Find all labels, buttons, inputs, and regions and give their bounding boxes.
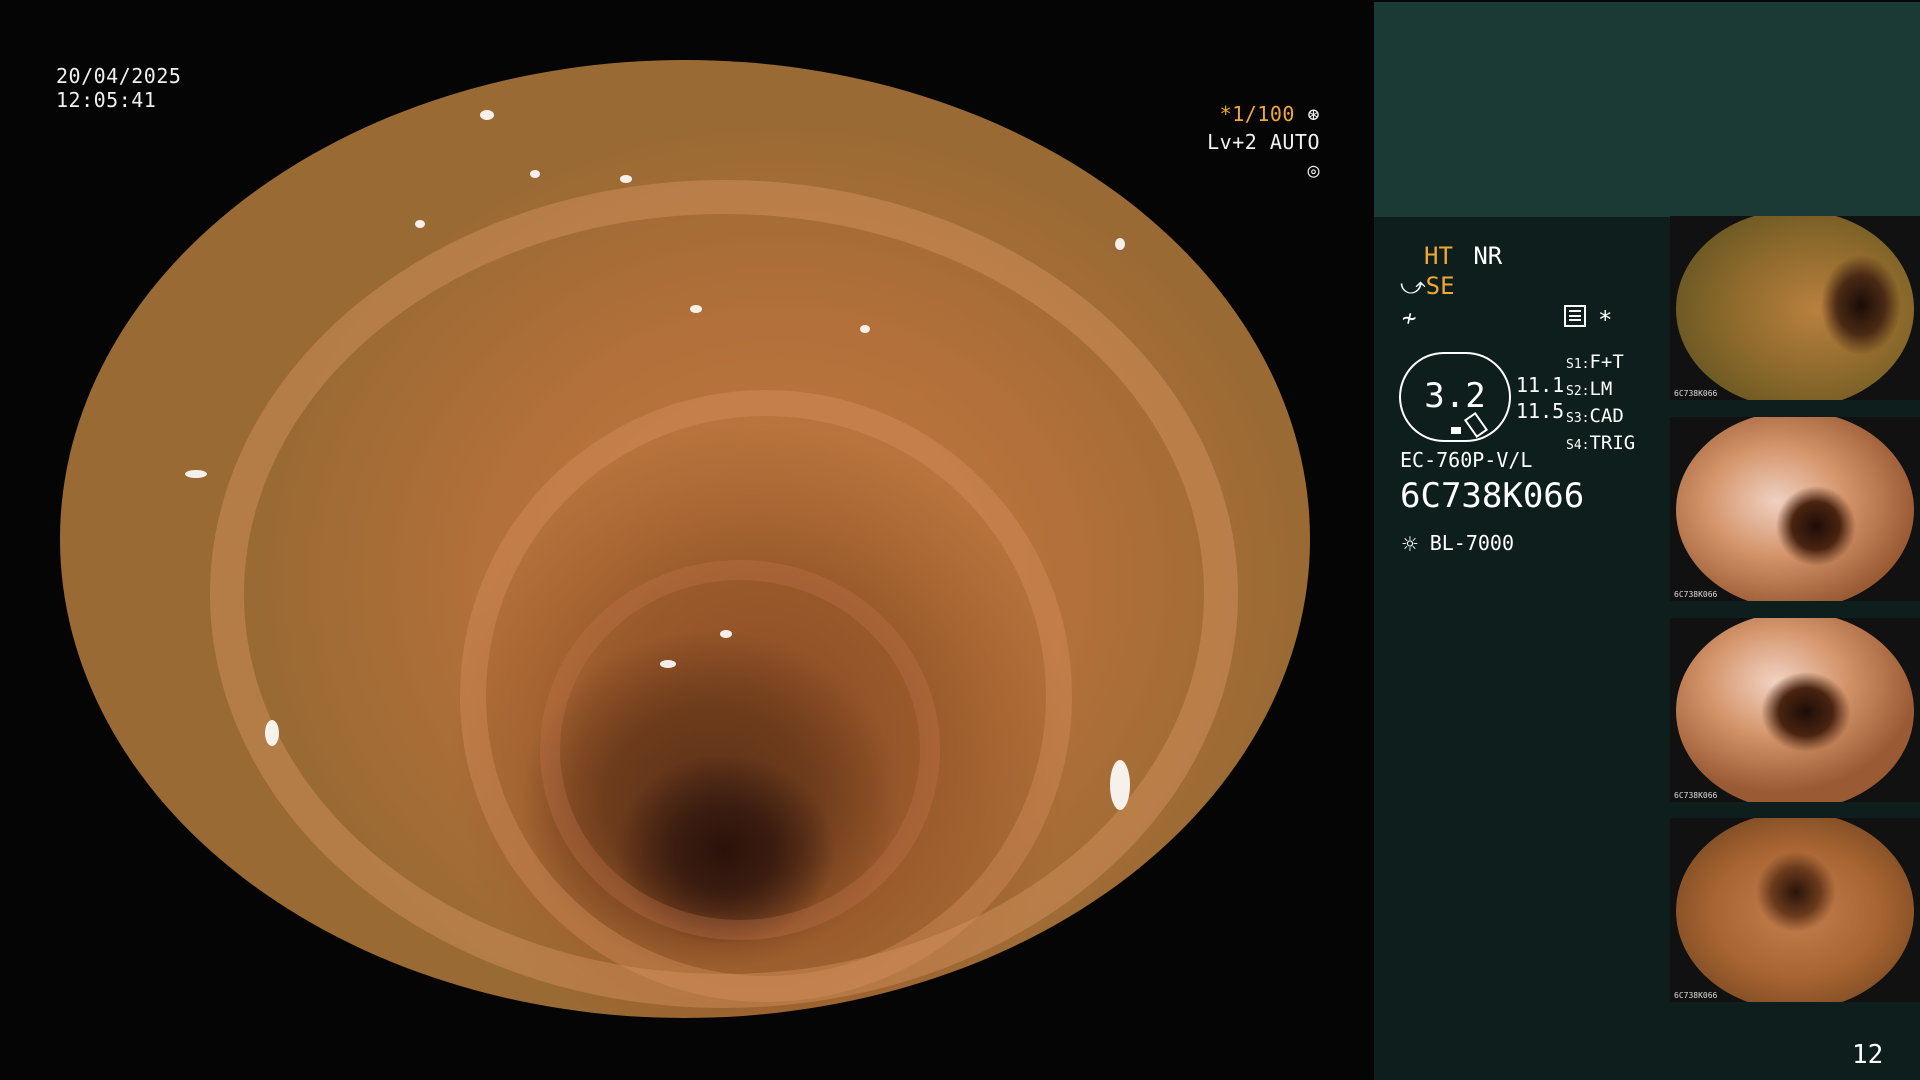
ht-label: HT — [1424, 242, 1453, 270]
auto-icon: ◎ — [1307, 158, 1320, 182]
thumbnail-image — [1676, 417, 1914, 609]
light-reflection — [720, 630, 732, 638]
shutter-icon: ⊛ — [1307, 102, 1320, 126]
thumbnail-1[interactable]: 6C738K066 — [1670, 216, 1920, 408]
zoom-value: 3.2 — [1424, 376, 1486, 416]
zoom-values: 11.1 11.5 — [1516, 372, 1564, 424]
scope-serial: 6C738K066 — [1400, 476, 1585, 516]
thumbnail-image — [1676, 216, 1914, 408]
mucosal-fold — [540, 560, 940, 940]
switch-list: S1:F+T S2:LM S3:CAD S4:TRIG — [1566, 350, 1635, 458]
datetime-overlay: 20/04/2025 12:05:41 — [56, 64, 181, 112]
light-reflection — [185, 470, 207, 478]
thumbnail-footer — [1670, 802, 1920, 810]
thumbnail-image — [1676, 818, 1914, 1010]
structure-enhance-icon: ⤻ — [1400, 272, 1426, 300]
zoom-marker — [1451, 427, 1461, 434]
light-reflection — [530, 170, 540, 178]
thumbnail-serial: 6C738K066 — [1674, 590, 1718, 599]
light-reflection — [860, 325, 870, 333]
light-source-row: ☼ BL-7000 — [1402, 530, 1514, 560]
switch-item-1: S1:F+T — [1566, 351, 1624, 373]
se-label: SE — [1425, 272, 1455, 300]
thumbnail-footer — [1670, 601, 1920, 609]
thumbnail-serial: 6C738K066 — [1674, 991, 1718, 1000]
light-reflection — [660, 660, 676, 668]
exposure-overlay: *1/100 ⊛ Lv+2 AUTO ◎ — [1194, 100, 1320, 184]
zoom-indicator: 3.2 — [1399, 352, 1511, 442]
switch-item-4: S4:TRIG — [1566, 432, 1636, 454]
switch-item-2: S2:LM — [1566, 378, 1613, 400]
thumbnail-footer — [1670, 400, 1920, 408]
light-source-label: BL-7000 — [1429, 531, 1514, 555]
value-1: 11.1 — [1516, 373, 1565, 397]
time-text: 12:05:41 — [56, 88, 157, 112]
record-icon — [1564, 305, 1586, 327]
thumbnail-image — [1676, 618, 1914, 810]
thumbnail-serial: 6C738K066 — [1674, 389, 1718, 398]
thumbnail-3[interactable]: 6C738K066 — [1670, 618, 1920, 810]
light-reflection — [480, 110, 494, 120]
thumbnail-footer — [1670, 1002, 1920, 1010]
light-reflection — [620, 175, 632, 183]
asterisk-mark: * — [1598, 306, 1613, 334]
light-source-icon: ☼ — [1402, 530, 1418, 560]
light-reflection — [690, 305, 702, 313]
light-reflection — [265, 720, 279, 746]
value-2: 11.5 — [1516, 399, 1565, 423]
shutter-text: *1/100 — [1219, 102, 1295, 126]
level-text: Lv+2 AUTO — [1207, 130, 1320, 154]
info-panel-header — [1374, 2, 1920, 217]
date-text: 20/04/2025 — [56, 64, 182, 88]
endoscope-live-view — [60, 60, 1310, 1018]
light-reflection — [415, 220, 425, 228]
mode-row-2: ⤻SE — [1400, 272, 1455, 300]
thumbnail-serial: 6C738K066 — [1674, 791, 1718, 800]
thumbnail-4[interactable]: 6C738K066 — [1670, 818, 1920, 1010]
page-number: 12 — [1852, 1040, 1884, 1070]
light-reflection — [1115, 238, 1125, 250]
color-mode-icon: ≁ — [1402, 304, 1417, 332]
light-reflection — [1110, 760, 1130, 810]
mode-row-1: HT NR — [1424, 242, 1502, 270]
switch-item-3: S3:CAD — [1566, 405, 1624, 427]
nr-label: NR — [1473, 242, 1503, 270]
scope-model: EC-760P-V/L — [1400, 448, 1533, 472]
thumbnail-2[interactable]: 6C738K066 — [1670, 417, 1920, 609]
